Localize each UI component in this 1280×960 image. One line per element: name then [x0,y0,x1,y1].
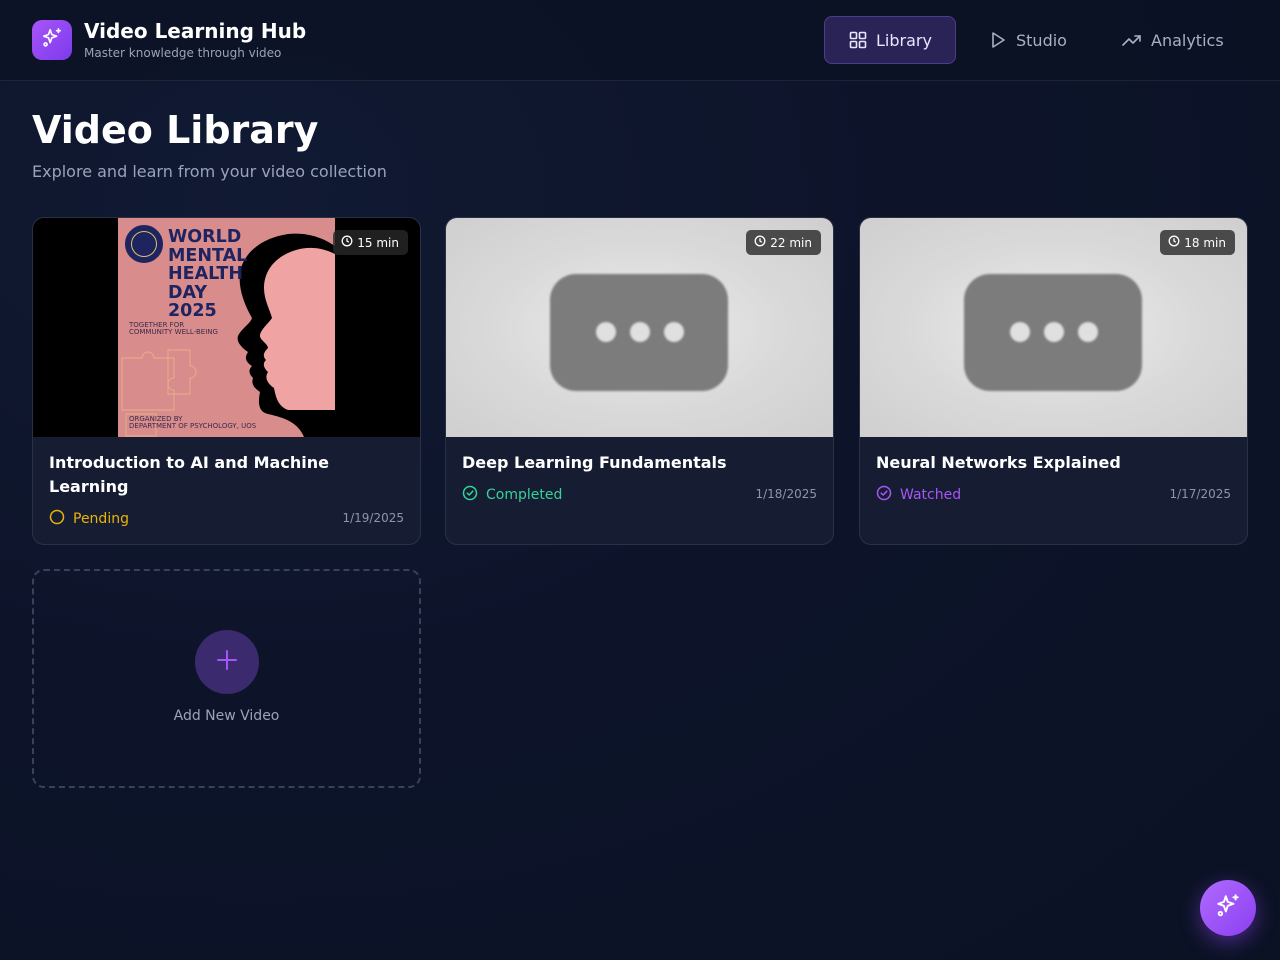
top-header: Video Learning Hub Master knowledge thro… [0,0,1280,81]
ai-assistant-fab[interactable] [1200,880,1256,936]
video-card[interactable]: WORLD MENTAL HEALTH DAY 2025 TOGETHER FO… [32,217,421,545]
university-seal [123,223,165,265]
plus-icon [215,648,239,676]
trending-up-icon [1122,31,1142,49]
status-badge: Completed [462,485,562,505]
nav-studio-label: Studio [1016,30,1067,50]
check-circle-icon [876,485,892,505]
nav-studio-tab[interactable]: Studio [965,16,1091,64]
sparkles-icon [1215,893,1241,923]
video-card[interactable]: 22 min Deep Learning Fundamentals Comple… [445,217,834,545]
status-badge: Watched [876,485,961,505]
duration-badge: 22 min [746,230,821,255]
video-date: 1/17/2025 [1169,487,1231,501]
app-title: Video Learning Hub [84,19,307,43]
app-subtitle: Master knowledge through video [84,46,282,60]
loading-placeholder-icon [964,274,1142,391]
pending-circle-icon [49,509,65,529]
video-title[interactable]: Introduction to AI and Machine Learning [49,451,406,499]
poster-organizer: ORGANIZED BY DEPARTMENT OF PSYCHOLOGY, U… [129,415,257,430]
video-title[interactable]: Neural Networks Explained [876,451,1233,475]
check-circle-icon [462,485,478,505]
video-title[interactable]: Deep Learning Fundamentals [462,451,819,475]
app-logo[interactable] [32,20,72,60]
video-date: 1/18/2025 [755,487,817,501]
duration-badge: 15 min [333,230,408,255]
status-badge: Pending [49,509,129,529]
video-card[interactable]: 18 min Neural Networks Explained Watched… [859,217,1248,545]
grid-icon [849,31,867,49]
add-video-button[interactable] [195,630,259,694]
video-date: 1/19/2025 [342,511,404,525]
video-thumbnail[interactable]: WORLD MENTAL HEALTH DAY 2025 TOGETHER FO… [33,218,420,437]
clock-icon [341,235,353,250]
nav-analytics-label: Analytics [1151,30,1224,50]
nav-analytics-tab[interactable]: Analytics [1098,16,1248,64]
poster-image: WORLD MENTAL HEALTH DAY 2025 TOGETHER FO… [118,218,335,437]
nav-library-tab[interactable]: Library [824,16,956,64]
video-thumbnail[interactable]: 18 min [860,218,1247,437]
sparkles-icon [41,27,63,53]
play-icon [989,31,1007,49]
clock-icon [754,235,766,250]
page-subtitle: Explore and learn from your video collec… [32,162,387,181]
poster-tagline: TOGETHER FOR COMMUNITY WELL-BEING [129,321,218,336]
video-thumbnail[interactable]: 22 min [446,218,833,437]
loading-placeholder-icon [550,274,728,391]
poster-headline: WORLD MENTAL HEALTH DAY 2025 [168,227,248,321]
clock-icon [1168,235,1180,250]
add-new-video-card[interactable]: Add New Video [32,569,421,788]
duration-badge: 18 min [1160,230,1235,255]
add-video-label: Add New Video [173,708,280,724]
nav-library-label: Library [876,30,932,50]
page-title: Video Library [32,108,319,152]
